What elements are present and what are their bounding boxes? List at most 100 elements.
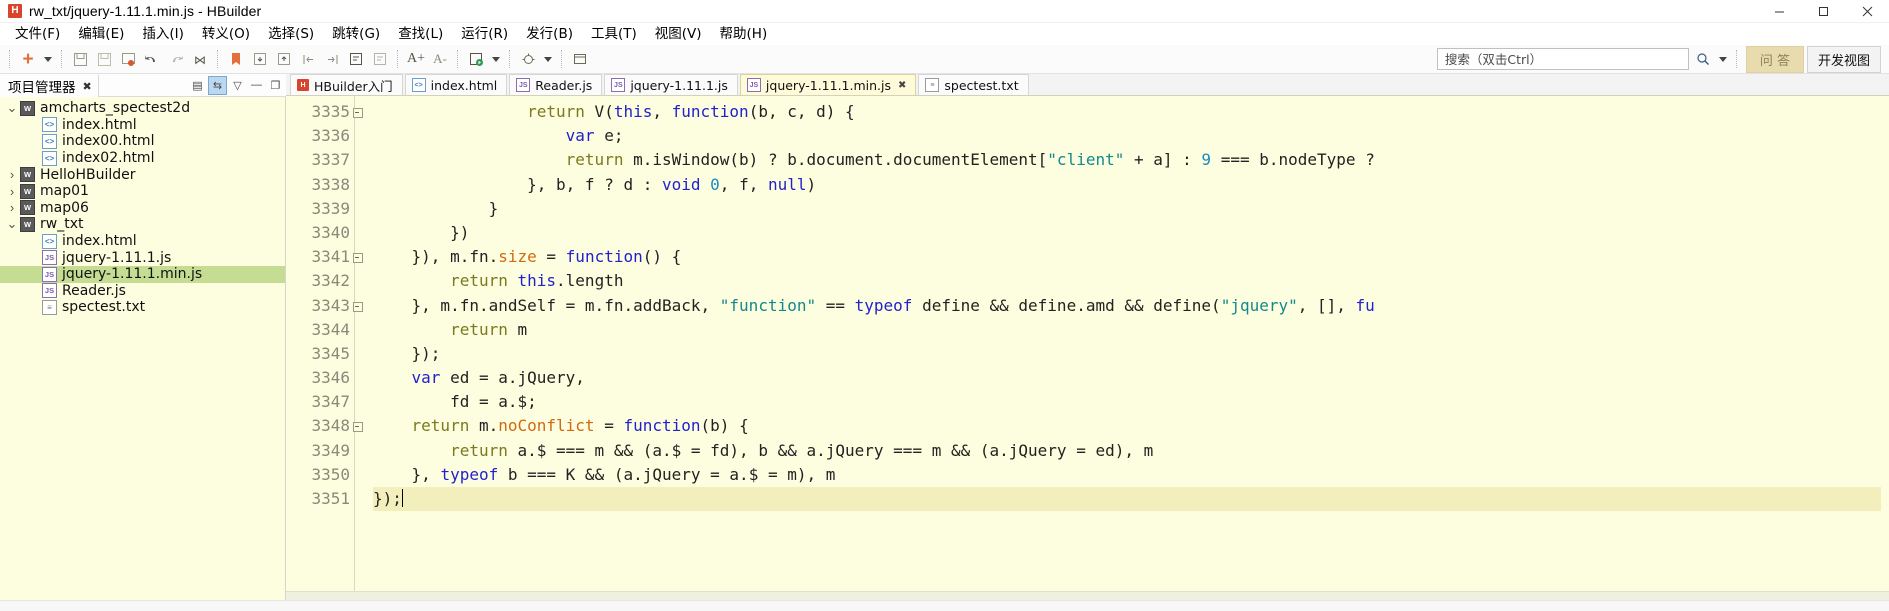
tab-close-icon[interactable]: ✖	[898, 80, 906, 91]
code-line[interactable]: });	[373, 342, 1889, 366]
code-line[interactable]: return m	[373, 318, 1889, 342]
code-line[interactable]: fd = a.$;	[373, 390, 1889, 414]
chevron-right-icon[interactable]: ›	[4, 167, 20, 182]
code-line[interactable]: return a.$ === m && (a.$ = fd), b && a.j…	[373, 439, 1889, 463]
menu-select[interactable]: 选择(S)	[259, 24, 323, 44]
code-line[interactable]: return m.isWindow(b) ? b.document.docume…	[373, 148, 1889, 172]
menu-tools[interactable]: 工具(T)	[582, 24, 646, 44]
save-icon[interactable]	[68, 47, 92, 71]
menu-file[interactable]: 文件(F)	[6, 24, 69, 44]
indent-right-icon[interactable]	[248, 47, 272, 71]
format-code-icon[interactable]: ⋈	[188, 47, 212, 71]
code-line[interactable]: var e;	[373, 124, 1889, 148]
close-button[interactable]	[1845, 0, 1889, 22]
minimize-panel-icon[interactable]: —	[248, 77, 265, 94]
tree-item[interactable]: › W HelloHBuilder	[0, 166, 285, 183]
horizontal-scrollbar[interactable]	[286, 591, 1889, 600]
editor-tab[interactable]: ≡ spectest.txt	[918, 74, 1029, 95]
font-increase-icon[interactable]: A+	[404, 47, 428, 71]
minimize-button[interactable]	[1757, 0, 1801, 22]
debug-dropdown-caret-icon[interactable]	[540, 47, 556, 71]
debug-icon[interactable]	[516, 47, 540, 71]
new-file-icon[interactable]: +	[16, 47, 40, 71]
maximize-panel-icon[interactable]: ❐	[267, 77, 284, 94]
code-line[interactable]: })	[373, 221, 1889, 245]
vertical-scrollbar[interactable]	[1881, 96, 1889, 591]
chevron-down-icon[interactable]: ⌄	[4, 217, 20, 230]
save-as-browser-icon[interactable]	[116, 47, 140, 71]
link-with-editor-icon[interactable]: ⇆	[208, 75, 227, 95]
code-line[interactable]: });	[373, 487, 1889, 512]
run-browser-icon[interactable]	[464, 47, 488, 71]
tree-item[interactable]: ⌄ Wamcharts_spectest2d	[0, 100, 285, 117]
code-line[interactable]: return this.length	[373, 269, 1889, 293]
tree-item[interactable]: JS jquery-1.11.1.min.js	[0, 265, 285, 283]
menu-help[interactable]: 帮助(H)	[711, 24, 777, 44]
code-fold-toggle-icon[interactable]	[353, 422, 363, 433]
preview-icon[interactable]	[568, 47, 592, 71]
close-icon[interactable]: ✖	[83, 80, 92, 93]
code-line[interactable]: }, b, f ? d : void 0, f, null)	[373, 173, 1889, 197]
chevron-down-icon[interactable]: ⌄	[4, 101, 20, 114]
search-icon[interactable]	[1691, 47, 1715, 71]
redo-icon[interactable]	[164, 47, 188, 71]
code-line[interactable]: }, typeof b === K && (a.jQuery = a.$ = m…	[373, 463, 1889, 487]
code-line[interactable]: }	[373, 197, 1889, 221]
tree-item[interactable]: ≡ spectest.txt	[0, 299, 285, 316]
code-line[interactable]: return m.noConflict = function(b) {	[373, 414, 1889, 438]
search-box[interactable]	[1436, 48, 1689, 70]
dev-view-button[interactable]: 开发视图	[1806, 45, 1881, 73]
search-dropdown-chevron-down-icon[interactable]	[1715, 47, 1731, 71]
view-menu-icon[interactable]: ▽	[229, 77, 246, 94]
code-line[interactable]: }, m.fn.andSelf = m.fn.addBack, "functio…	[373, 294, 1889, 318]
tree-item[interactable]: <> index00.html	[0, 133, 285, 150]
panel-tab-project-explorer[interactable]: 项目管理器 ✖	[0, 73, 99, 97]
menu-escape[interactable]: 转义(O)	[193, 24, 259, 44]
run-dropdown-caret-icon[interactable]	[488, 47, 504, 71]
menu-run[interactable]: 运行(R)	[452, 24, 517, 44]
tree-item[interactable]: › Wmap06	[0, 200, 285, 217]
tree-item[interactable]: <> index.html	[0, 233, 285, 250]
code-fold-toggle-icon[interactable]	[353, 301, 363, 312]
editor-tab[interactable]: H HBuilder入门	[290, 74, 403, 95]
menu-insert[interactable]: 插入(I)	[133, 24, 193, 44]
editor-tab[interactable]: JS Reader.js	[509, 74, 603, 95]
code-editor[interactable]: 3335 3336 3337 3338 3339 3340 3341 3342 3343 3344…	[286, 96, 1889, 591]
chevron-right-icon[interactable]: ›	[4, 184, 20, 199]
save-all-icon[interactable]	[92, 47, 116, 71]
font-decrease-icon[interactable]: A-	[428, 47, 452, 71]
tree-item[interactable]: ⌄ Wrw_txt	[0, 216, 285, 233]
qa-button[interactable]: 问 答	[1745, 45, 1804, 73]
code-line[interactable]: }), m.fn.size = function() {	[373, 245, 1889, 269]
jump-prev-icon[interactable]	[296, 47, 320, 71]
editor-tab[interactable]: JS jquery-1.11.1.js	[604, 74, 738, 95]
editor-tab[interactable]: <> index.html	[404, 74, 508, 95]
menu-view[interactable]: 视图(V)	[646, 24, 711, 44]
undo-icon[interactable]	[140, 47, 164, 71]
tree-item[interactable]: › Wmap01	[0, 183, 285, 200]
editor-tab[interactable]: JS jquery-1.11.1.min.js ✖	[739, 74, 917, 95]
code-line[interactable]: return V(this, function(b, c, d) {	[373, 100, 1889, 124]
maximize-button[interactable]	[1801, 0, 1845, 22]
bookmark-icon[interactable]	[224, 47, 248, 71]
tree-item[interactable]: <> index.html	[0, 117, 285, 134]
tree-item[interactable]: JS Reader.js	[0, 283, 285, 300]
tree-item[interactable]: JS jquery-1.11.1.js	[0, 249, 285, 266]
comment-icon[interactable]	[344, 47, 368, 71]
menu-goto[interactable]: 跳转(G)	[323, 24, 389, 44]
menu-find[interactable]: 查找(L)	[389, 24, 452, 44]
tree-item[interactable]: <> index02.html	[0, 150, 285, 167]
code-content[interactable]: return V(this, function(b, c, d) { var e…	[355, 96, 1889, 591]
code-fold-toggle-icon[interactable]	[353, 253, 363, 264]
search-input[interactable]	[1442, 50, 1683, 68]
chevron-right-icon[interactable]: ›	[4, 200, 20, 215]
uncomment-icon[interactable]	[368, 47, 392, 71]
project-tree[interactable]: ⌄ Wamcharts_spectest2d <> index.html <> index…	[0, 97, 286, 600]
jump-next-icon[interactable]	[320, 47, 344, 71]
code-line[interactable]: var ed = a.jQuery,	[373, 366, 1889, 390]
code-fold-toggle-icon[interactable]	[353, 108, 363, 118]
collapse-all-icon[interactable]: ▤	[189, 77, 206, 94]
indent-left-icon[interactable]	[272, 47, 296, 71]
menu-release[interactable]: 发行(B)	[517, 24, 582, 44]
menu-edit[interactable]: 编辑(E)	[69, 24, 133, 44]
